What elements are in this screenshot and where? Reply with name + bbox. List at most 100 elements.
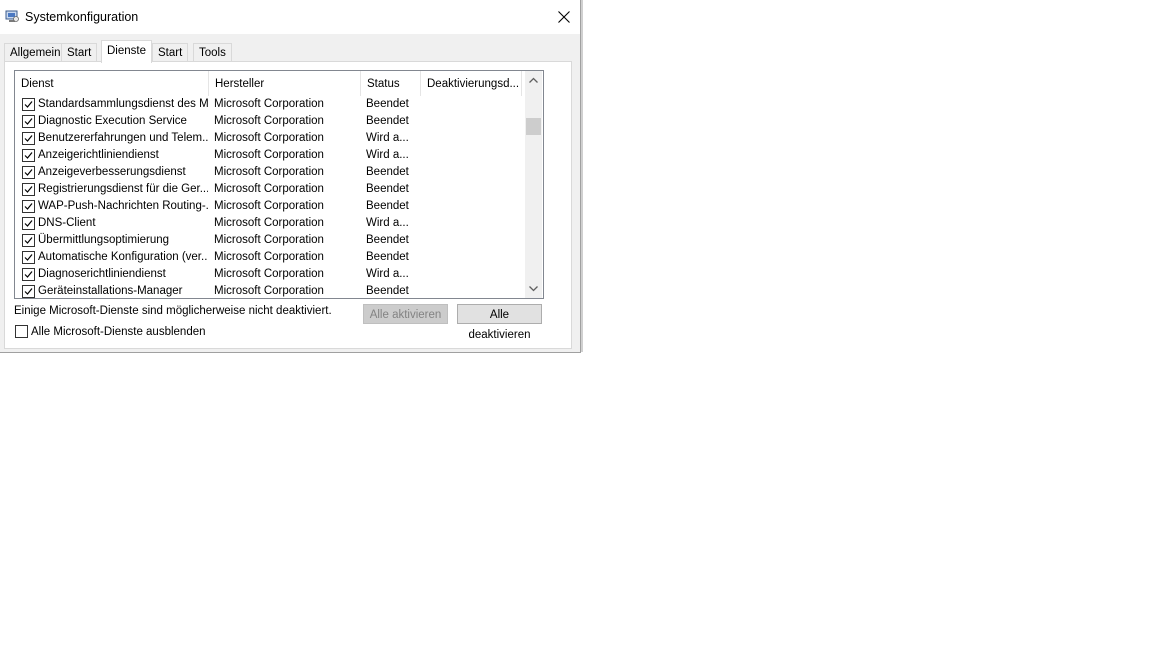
service-vendor: Microsoft Corporation xyxy=(214,149,324,161)
table-row[interactable]: Anzeigerichtliniendienst Microsoft Corpor… xyxy=(15,147,525,164)
service-vendor: Microsoft Corporation xyxy=(214,285,324,297)
checkmark-icon xyxy=(24,152,33,159)
service-name: Anzeigerichtliniendienst xyxy=(38,149,159,161)
service-name: Übermittlungsoptimierung xyxy=(38,234,170,246)
service-checkbox[interactable] xyxy=(22,251,35,264)
service-name: DNS-Client xyxy=(38,217,96,229)
vertical-scrollbar[interactable] xyxy=(525,71,542,298)
service-name: Automatische Konfiguration (ver... xyxy=(38,251,208,263)
tab-dienste[interactable]: Dienste xyxy=(101,40,152,63)
service-status: Beendet xyxy=(366,285,409,297)
service-vendor: Microsoft Corporation xyxy=(214,217,324,229)
service-vendor: Microsoft Corporation xyxy=(214,115,324,127)
checkmark-icon xyxy=(24,203,33,210)
service-checkbox[interactable] xyxy=(22,217,35,230)
chevron-down-icon xyxy=(529,286,538,292)
msconfig-app-icon xyxy=(5,10,19,23)
close-icon xyxy=(558,11,570,23)
services-list[interactable]: Dienst Hersteller Status Deaktivierungsd… xyxy=(14,70,544,299)
column-header-hersteller[interactable]: Hersteller xyxy=(209,71,361,96)
service-status: Wird a... xyxy=(366,268,409,280)
service-status: Wird a... xyxy=(366,217,409,229)
table-row[interactable]: DNS-Client Microsoft Corporation Wird a... xyxy=(15,215,525,232)
column-header-deaktivierungsdatum[interactable]: Deaktivierungsd... xyxy=(421,71,522,96)
table-row[interactable]: Übermittlungsoptimierung Microsoft Corpor… xyxy=(15,232,525,249)
service-checkbox[interactable] xyxy=(22,132,35,145)
activate-all-button[interactable]: Alle aktivieren xyxy=(363,304,448,324)
table-row[interactable]: Diagnostic Execution Service Microsoft Co… xyxy=(15,113,525,130)
service-vendor: Microsoft Corporation xyxy=(214,251,324,263)
table-row[interactable]: Standardsammlungsdienst des M... Microsof… xyxy=(15,96,525,113)
list-header: Dienst Hersteller Status Deaktivierungsd… xyxy=(15,71,525,96)
service-status: Beendet xyxy=(366,200,409,212)
service-name: Anzeigeverbesserungsdienst xyxy=(38,166,186,178)
checkmark-icon xyxy=(24,118,33,125)
column-header-dienst[interactable]: Dienst xyxy=(15,71,209,96)
service-vendor: Microsoft Corporation xyxy=(214,268,324,280)
scroll-thumb[interactable] xyxy=(526,118,541,135)
microsoft-services-notice: Einige Microsoft-Dienste sind möglicherw… xyxy=(14,305,332,317)
service-name: Standardsammlungsdienst des M... xyxy=(38,98,208,110)
scroll-down-button[interactable] xyxy=(525,280,542,297)
checkmark-icon xyxy=(24,254,33,261)
system-configuration-window: Systemkonfiguration Allgemein Start Dien… xyxy=(0,0,581,353)
deactivate-all-button[interactable]: Alle deaktivieren xyxy=(457,304,542,341)
hide-microsoft-services-checkbox[interactable] xyxy=(15,325,28,338)
tab-start-boot[interactable]: Start xyxy=(61,43,98,62)
service-status: Wird a... xyxy=(366,149,409,161)
column-header-status[interactable]: Status xyxy=(361,71,421,96)
checkmark-icon xyxy=(24,101,33,108)
service-vendor: Microsoft Corporation xyxy=(214,132,324,144)
service-checkbox[interactable] xyxy=(22,183,35,196)
service-vendor: Microsoft Corporation xyxy=(214,183,324,195)
service-vendor: Microsoft Corporation xyxy=(214,234,324,246)
table-row[interactable]: Automatische Konfiguration (ver... Micros… xyxy=(15,249,525,266)
service-status: Beendet xyxy=(366,251,409,263)
chevron-up-icon xyxy=(529,77,538,83)
window-title: Systemkonfiguration xyxy=(25,10,139,24)
table-row[interactable]: WAP-Push-Nachrichten Routing-... Microsof… xyxy=(15,198,525,215)
checkmark-icon xyxy=(24,271,33,278)
service-name: Benutzererfahrungen und Telem... xyxy=(38,132,208,144)
service-checkbox[interactable] xyxy=(22,200,35,213)
table-row[interactable]: Diagnoserichtliniendienst Microsoft Corpo… xyxy=(15,266,525,283)
service-checkbox[interactable] xyxy=(22,166,35,179)
service-checkbox[interactable] xyxy=(22,234,35,247)
hide-microsoft-services-label[interactable]: Alle Microsoft-Dienste ausblenden xyxy=(31,326,206,338)
service-status: Wird a... xyxy=(366,132,409,144)
service-checkbox[interactable] xyxy=(22,268,35,281)
checkmark-icon xyxy=(24,237,33,244)
service-status: Beendet xyxy=(366,183,409,195)
tab-start-autostart[interactable]: Start xyxy=(152,43,189,62)
close-button[interactable] xyxy=(548,4,580,30)
table-row[interactable]: Anzeigeverbesserungsdienst Microsoft Corp… xyxy=(15,164,525,181)
service-status: Beendet xyxy=(366,115,409,127)
tab-allgemein[interactable]: Allgemein xyxy=(4,43,67,62)
table-row[interactable]: Geräteinstallations-Manager Microsoft Cor… xyxy=(15,283,525,298)
service-checkbox[interactable] xyxy=(22,98,35,111)
checkmark-icon xyxy=(24,220,33,227)
title-bar[interactable]: Systemkonfiguration xyxy=(0,0,580,34)
scroll-up-button[interactable] xyxy=(525,72,542,89)
table-row[interactable]: Registrierungsdienst für die Ger... Micro… xyxy=(15,181,525,198)
service-vendor: Microsoft Corporation xyxy=(214,200,324,212)
service-name: Diagnostic Execution Service xyxy=(38,115,187,127)
service-checkbox[interactable] xyxy=(22,149,35,162)
service-name: Registrierungsdienst für die Ger... xyxy=(38,183,208,195)
checkmark-icon xyxy=(24,169,33,176)
service-name: Geräteinstallations-Manager xyxy=(38,285,183,297)
checkmark-icon xyxy=(24,186,33,193)
service-checkbox[interactable] xyxy=(22,285,35,298)
service-name: Diagnoserichtliniendienst xyxy=(38,268,166,280)
service-status: Beendet xyxy=(366,234,409,246)
service-status: Beendet xyxy=(366,166,409,178)
service-vendor: Microsoft Corporation xyxy=(214,166,324,178)
service-status: Beendet xyxy=(366,98,409,110)
service-name: WAP-Push-Nachrichten Routing-... xyxy=(38,200,208,212)
checkmark-icon xyxy=(24,288,33,295)
table-row[interactable]: Benutzererfahrungen und Telem... Microsof… xyxy=(15,130,525,147)
checkmark-icon xyxy=(24,135,33,142)
service-vendor: Microsoft Corporation xyxy=(214,98,324,110)
service-checkbox[interactable] xyxy=(22,115,35,128)
tab-tools[interactable]: Tools xyxy=(193,43,232,62)
